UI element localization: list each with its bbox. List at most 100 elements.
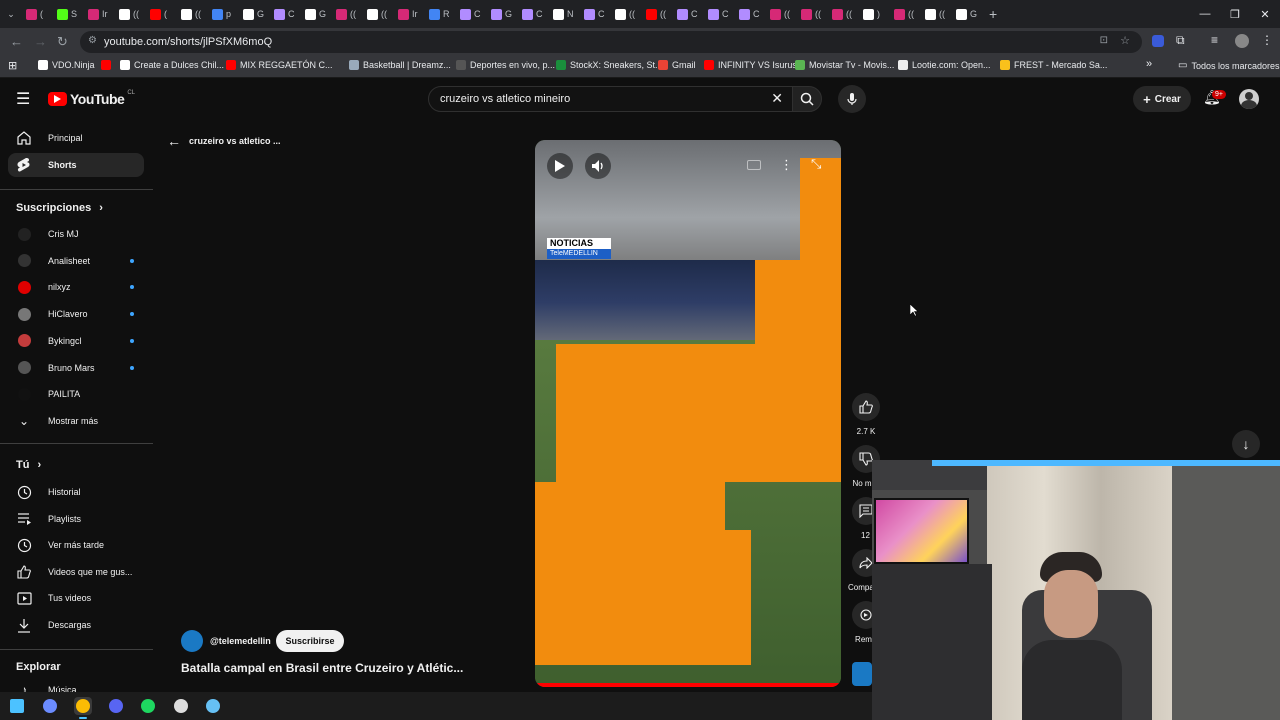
browser-tab[interactable]: (( bbox=[766, 3, 797, 25]
minimize-button[interactable]: — bbox=[1190, 0, 1220, 28]
new-tab-button[interactable]: + bbox=[983, 6, 997, 22]
bookmark-item[interactable] bbox=[101, 60, 115, 70]
bookmark-item[interactable]: Create a Dulces Chil... bbox=[120, 60, 224, 70]
obs-icon[interactable] bbox=[172, 697, 190, 715]
captions-icon[interactable] bbox=[747, 160, 761, 170]
sidebar-item-history[interactable]: Historial bbox=[8, 480, 144, 504]
subscription-item[interactable]: Bruno Mars bbox=[8, 356, 144, 380]
search-button[interactable] bbox=[792, 86, 822, 112]
sidebar-item-shorts[interactable]: Shorts bbox=[8, 153, 144, 177]
browser-tab[interactable]: N bbox=[549, 3, 580, 25]
browser-tab[interactable]: G bbox=[239, 3, 270, 25]
hamburger-menu-icon[interactable]: ☰ bbox=[16, 89, 30, 109]
bookmark-item[interactable]: VDO.Ninja bbox=[38, 60, 95, 70]
bookmark-item[interactable]: Basketball | Dreamz... bbox=[349, 60, 451, 70]
browser-tab[interactable]: (( bbox=[642, 3, 673, 25]
clear-search-icon[interactable]: ✕ bbox=[771, 90, 783, 107]
apps-grid-icon[interactable]: ⊞ bbox=[8, 59, 17, 72]
browser-tab[interactable]: G bbox=[952, 3, 983, 25]
sidebar-item-principal[interactable]: Principal bbox=[8, 126, 144, 150]
browser-tab[interactable]: (( bbox=[921, 3, 952, 25]
copilot-icon[interactable] bbox=[41, 697, 59, 715]
sidebar-item-watch-later[interactable]: Ver más tarde bbox=[8, 533, 144, 557]
sidebar-item-playlists[interactable]: Playlists bbox=[8, 507, 144, 531]
subscription-item[interactable]: PAILITA bbox=[8, 382, 144, 406]
url-text[interactable]: youtube.com/shorts/jlPSfXM6moQ bbox=[104, 36, 272, 48]
subscription-item[interactable]: nilxyz bbox=[8, 275, 144, 299]
browser-tab[interactable]: (( bbox=[115, 3, 146, 25]
browser-tab[interactable]: C bbox=[580, 3, 611, 25]
extensions-puzzle-icon[interactable]: ⧉ bbox=[1176, 33, 1185, 48]
tab-search-icon[interactable]: ⌄ bbox=[0, 9, 22, 20]
bookmark-item[interactable]: Gmail bbox=[658, 60, 696, 70]
bookmark-star-icon[interactable]: ☆ bbox=[1120, 34, 1130, 47]
channel-avatar[interactable] bbox=[181, 630, 203, 652]
create-button[interactable]: + Crear bbox=[1133, 86, 1191, 112]
browser-tab[interactable]: Ir bbox=[84, 3, 115, 25]
sidebar-item-your-videos[interactable]: Tus videos bbox=[8, 586, 144, 610]
chrome-icon[interactable] bbox=[74, 697, 92, 719]
browser-tab[interactable]: (( bbox=[797, 3, 828, 25]
bookmark-item[interactable]: Deportes en vivo, p... bbox=[456, 60, 555, 70]
browser-tab[interactable]: R bbox=[425, 3, 456, 25]
extension-icon[interactable] bbox=[1152, 35, 1164, 47]
browser-tab[interactable]: G bbox=[301, 3, 332, 25]
browser-tab[interactable]: C bbox=[518, 3, 549, 25]
chrome-menu-icon[interactable]: ⋮ bbox=[1261, 33, 1273, 47]
shorts-video-player[interactable]: NOTICIAS TeleMEDELLIN ⋮ ⤡ bbox=[535, 140, 841, 687]
omnibox[interactable]: ⚙ youtube.com/shorts/jlPSfXM6moQ ⊡ ☆ bbox=[80, 31, 1142, 53]
fullscreen-icon[interactable]: ⤡ bbox=[811, 156, 821, 172]
video-progress-bar[interactable] bbox=[535, 683, 841, 687]
bookmark-item[interactable]: FREST - Mercado Sa... bbox=[1000, 60, 1107, 70]
steam-icon[interactable] bbox=[204, 697, 222, 715]
site-info-icon[interactable]: ⚙ bbox=[88, 35, 97, 46]
you-heading[interactable]: Tú › bbox=[16, 459, 41, 471]
profile-avatar[interactable] bbox=[1235, 34, 1249, 48]
bookmarks-overflow-icon[interactable]: » bbox=[1146, 58, 1152, 70]
bookmark-item[interactable]: StockX: Sneakers, St... bbox=[556, 60, 663, 70]
bookmark-item[interactable]: Lootie.com: Open... bbox=[898, 60, 991, 70]
browser-tab[interactable]: (( bbox=[828, 3, 859, 25]
volume-button[interactable] bbox=[585, 153, 611, 179]
account-avatar[interactable] bbox=[1239, 89, 1259, 109]
back-arrow-icon[interactable]: ← bbox=[10, 34, 23, 49]
search-input[interactable]: cruzeiro vs atletico mineiro ✕ bbox=[428, 86, 794, 112]
browser-tab[interactable]: (( bbox=[332, 3, 363, 25]
more-options-icon[interactable]: ⋮ bbox=[780, 157, 793, 173]
subscriptions-heading[interactable]: Suscripciones › bbox=[16, 202, 103, 214]
reload-icon[interactable]: ↻ bbox=[57, 34, 68, 50]
channel-handle[interactable]: @telemedellin bbox=[210, 636, 271, 646]
discord-icon[interactable] bbox=[107, 697, 125, 715]
play-button[interactable] bbox=[547, 153, 573, 179]
bookmark-item[interactable]: MIX REGGAETÓN C... bbox=[226, 60, 333, 70]
back-to-results[interactable]: ← cruzeiro vs atletico ... bbox=[167, 133, 281, 149]
browser-tab[interactable]: Ir bbox=[394, 3, 425, 25]
browser-tab[interactable]: (( bbox=[177, 3, 208, 25]
close-window-button[interactable]: ✕ bbox=[1250, 0, 1280, 28]
video-title[interactable]: Batalla campal en Brasil entre Cruzeiro … bbox=[181, 661, 463, 675]
subscription-item[interactable]: HiClavero bbox=[8, 302, 144, 326]
browser-tab[interactable]: ( bbox=[22, 3, 53, 25]
browser-tab[interactable]: S bbox=[53, 3, 84, 25]
like-button[interactable] bbox=[852, 393, 880, 421]
browser-tab[interactable]: C bbox=[704, 3, 735, 25]
channel-thumbnail[interactable] bbox=[852, 662, 872, 686]
browser-tab[interactable]: ) bbox=[859, 3, 890, 25]
browser-tab[interactable]: G bbox=[487, 3, 518, 25]
subscription-item[interactable]: Cris MJ bbox=[8, 222, 144, 246]
voice-search-button[interactable] bbox=[838, 85, 866, 113]
youtube-logo[interactable]: YouTube CL bbox=[48, 90, 135, 107]
browser-tab[interactable]: p bbox=[208, 3, 239, 25]
browser-tab[interactable]: C bbox=[735, 3, 766, 25]
restore-button[interactable]: ❐ bbox=[1220, 0, 1250, 28]
browser-tab[interactable]: (( bbox=[611, 3, 642, 25]
all-bookmarks-folder[interactable]: ▭ Todos los marcadores bbox=[1178, 60, 1280, 71]
next-short-button[interactable]: ↓ bbox=[1232, 430, 1260, 458]
reading-list-icon[interactable]: ≡ bbox=[1211, 33, 1218, 47]
browser-tab[interactable]: (( bbox=[363, 3, 394, 25]
windows-icon[interactable] bbox=[8, 697, 26, 715]
browser-tab[interactable]: ( bbox=[146, 3, 177, 25]
browser-tab[interactable]: C bbox=[673, 3, 704, 25]
subscription-item[interactable]: Bykingcl bbox=[8, 329, 144, 353]
browser-tab[interactable]: (( bbox=[890, 3, 921, 25]
